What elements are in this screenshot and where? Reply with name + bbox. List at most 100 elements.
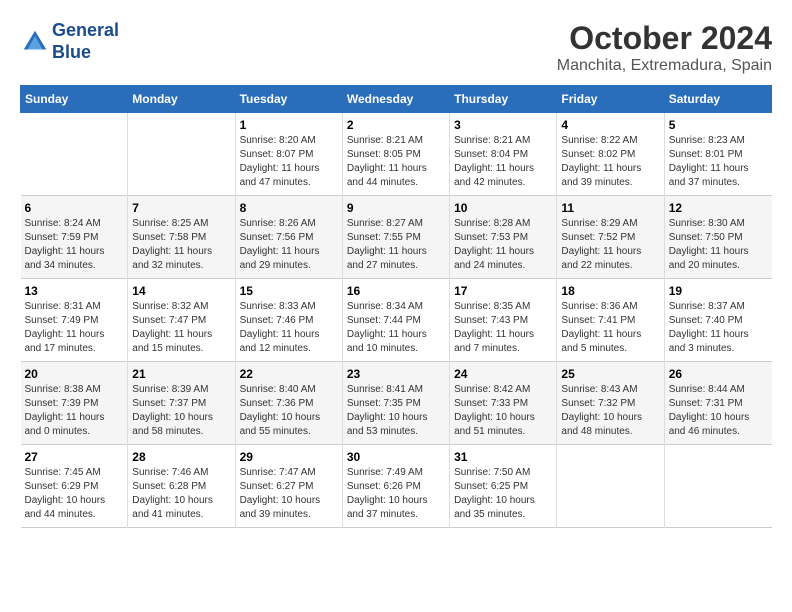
day-info: Sunrise: 8:28 AM Sunset: 7:53 PM Dayligh… [454,217,552,273]
day-number: 4 [561,118,659,132]
day-number: 25 [561,367,659,381]
day-info: Sunrise: 8:38 AM Sunset: 7:39 PM Dayligh… [25,383,124,439]
day-number: 6 [25,201,124,215]
calendar-cell: 26Sunrise: 8:44 AM Sunset: 7:31 PM Dayli… [664,362,771,445]
day-info: Sunrise: 7:45 AM Sunset: 6:29 PM Dayligh… [25,466,124,522]
day-info: Sunrise: 8:41 AM Sunset: 7:35 PM Dayligh… [347,383,445,439]
day-number: 30 [347,450,445,464]
day-info: Sunrise: 8:21 AM Sunset: 8:04 PM Dayligh… [454,134,552,190]
calendar-cell: 1 Sunrise: 8:20 AM Sunset: 8:07 PM Daylig… [235,113,342,196]
day-info: Sunrise: 8:23 AM Sunset: 8:01 PM Dayligh… [669,134,768,190]
day-info: Sunrise: 8:40 AM Sunset: 7:36 PM Dayligh… [240,383,338,439]
calendar-cell: 25 Sunrise: 8:43 AM Sunset: 7:32 PM Dayli… [557,362,664,445]
day-number: 10 [454,201,552,215]
calendar-header: Sunday Monday Tuesday Wednesday Thursday… [21,86,772,113]
calendar-cell: 20 Sunrise: 8:38 AM Sunset: 7:39 PM Dayli… [21,362,128,445]
calendar-cell: 12 Sunrise: 8:30 AM Sunset: 7:50 PM Dayli… [664,196,771,279]
day-info: Sunrise: 7:46 AM Sunset: 6:28 PM Dayligh… [132,466,230,522]
day-number: 1 [240,118,338,132]
day-number: 24 [454,367,552,381]
day-number: 23 [347,367,445,381]
calendar-cell: 4 Sunrise: 8:22 AM Sunset: 8:02 PM Daylig… [557,113,664,196]
col-thursday: Thursday [450,86,557,113]
calendar-cell: 5 Sunrise: 8:23 AM Sunset: 8:01 PM Daylig… [664,113,771,196]
col-saturday: Saturday [664,86,771,113]
day-info: Sunrise: 8:34 AM Sunset: 7:44 PM Dayligh… [347,300,445,356]
day-number: 16 [347,284,445,298]
calendar-cell: 14Sunrise: 8:32 AM Sunset: 7:47 PM Dayli… [128,279,235,362]
day-info: Sunrise: 7:47 AM Sunset: 6:27 PM Dayligh… [240,466,338,522]
logo-line2: Blue [52,42,119,64]
header-row: Sunday Monday Tuesday Wednesday Thursday… [21,86,772,113]
col-tuesday: Tuesday [235,86,342,113]
day-info: Sunrise: 8:39 AM Sunset: 7:37 PM Dayligh… [132,383,230,439]
day-info: Sunrise: 8:20 AM Sunset: 8:07 PM Dayligh… [240,134,338,190]
calendar-cell: 29 Sunrise: 7:47 AM Sunset: 6:27 PM Dayli… [235,445,342,528]
day-info: Sunrise: 8:35 AM Sunset: 7:43 PM Dayligh… [454,300,552,356]
day-info: Sunrise: 8:22 AM Sunset: 8:02 PM Dayligh… [561,134,659,190]
day-info: Sunrise: 8:43 AM Sunset: 7:32 PM Dayligh… [561,383,659,439]
day-info: Sunrise: 8:44 AM Sunset: 7:31 PM Dayligh… [669,383,768,439]
calendar-cell: 16 Sunrise: 8:34 AM Sunset: 7:44 PM Dayli… [342,279,449,362]
col-wednesday: Wednesday [342,86,449,113]
day-number: 18 [561,284,659,298]
page-header: General Blue October 2024 Manchita, Extr… [20,20,772,75]
logo-text: General Blue [52,20,119,63]
day-info: Sunrise: 8:36 AM Sunset: 7:41 PM Dayligh… [561,300,659,356]
calendar-cell: 23 Sunrise: 8:41 AM Sunset: 7:35 PM Dayli… [342,362,449,445]
calendar-table: Sunday Monday Tuesday Wednesday Thursday… [20,85,772,528]
day-number: 31 [454,450,552,464]
day-info: Sunrise: 7:49 AM Sunset: 6:26 PM Dayligh… [347,466,445,522]
calendar-cell: 13Sunrise: 8:31 AM Sunset: 7:49 PM Dayli… [21,279,128,362]
day-info: Sunrise: 8:30 AM Sunset: 7:50 PM Dayligh… [669,217,768,273]
calendar-cell: 7Sunrise: 8:25 AM Sunset: 7:58 PM Daylig… [128,196,235,279]
calendar-cell: 22 Sunrise: 8:40 AM Sunset: 7:36 PM Dayli… [235,362,342,445]
calendar-week-4: 20 Sunrise: 8:38 AM Sunset: 7:39 PM Dayli… [21,362,772,445]
day-number: 2 [347,118,445,132]
calendar-cell: 30 Sunrise: 7:49 AM Sunset: 6:26 PM Dayli… [342,445,449,528]
calendar-cell [21,113,128,196]
day-number: 19 [669,284,768,298]
day-number: 3 [454,118,552,132]
calendar-cell: 8 Sunrise: 8:26 AM Sunset: 7:56 PM Daylig… [235,196,342,279]
calendar-cell: 6 Sunrise: 8:24 AM Sunset: 7:59 PM Daylig… [21,196,128,279]
day-number: 20 [25,367,124,381]
day-info: Sunrise: 8:29 AM Sunset: 7:52 PM Dayligh… [561,217,659,273]
day-number: 27 [25,450,124,464]
day-info: Sunrise: 7:50 AM Sunset: 6:25 PM Dayligh… [454,466,552,522]
day-number: 22 [240,367,338,381]
calendar-cell: 24 Sunrise: 8:42 AM Sunset: 7:33 PM Dayli… [450,362,557,445]
calendar-cell: 10 Sunrise: 8:28 AM Sunset: 7:53 PM Dayli… [450,196,557,279]
day-number: 15 [240,284,338,298]
calendar-cell: 19Sunrise: 8:37 AM Sunset: 7:40 PM Dayli… [664,279,771,362]
day-number: 12 [669,201,768,215]
calendar-week-1: 1 Sunrise: 8:20 AM Sunset: 8:07 PM Daylig… [21,113,772,196]
day-number: 29 [240,450,338,464]
day-info: Sunrise: 8:32 AM Sunset: 7:47 PM Dayligh… [132,300,230,356]
day-info: Sunrise: 8:24 AM Sunset: 7:59 PM Dayligh… [25,217,124,273]
calendar-cell: 28 Sunrise: 7:46 AM Sunset: 6:28 PM Dayli… [128,445,235,528]
day-info: Sunrise: 8:27 AM Sunset: 7:55 PM Dayligh… [347,217,445,273]
day-number: 28 [132,450,230,464]
day-number: 9 [347,201,445,215]
calendar-title: October 2024 [557,20,772,57]
calendar-cell: 3 Sunrise: 8:21 AM Sunset: 8:04 PM Daylig… [450,113,557,196]
calendar-cell: 31 Sunrise: 7:50 AM Sunset: 6:25 PM Dayli… [450,445,557,528]
calendar-week-2: 6 Sunrise: 8:24 AM Sunset: 7:59 PM Daylig… [21,196,772,279]
day-info: Sunrise: 8:42 AM Sunset: 7:33 PM Dayligh… [454,383,552,439]
calendar-cell: 27 Sunrise: 7:45 AM Sunset: 6:29 PM Dayli… [21,445,128,528]
day-number: 8 [240,201,338,215]
calendar-cell: 9 Sunrise: 8:27 AM Sunset: 7:55 PM Daylig… [342,196,449,279]
calendar-body: 1 Sunrise: 8:20 AM Sunset: 8:07 PM Daylig… [21,113,772,528]
day-info: Sunrise: 8:26 AM Sunset: 7:56 PM Dayligh… [240,217,338,273]
col-monday: Monday [128,86,235,113]
calendar-cell [128,113,235,196]
calendar-cell: 15Sunrise: 8:33 AM Sunset: 7:46 PM Dayli… [235,279,342,362]
col-sunday: Sunday [21,86,128,113]
logo-icon [20,27,50,57]
day-number: 21 [132,367,230,381]
calendar-cell: 17 Sunrise: 8:35 AM Sunset: 7:43 PM Dayli… [450,279,557,362]
calendar-cell: 21 Sunrise: 8:39 AM Sunset: 7:37 PM Dayli… [128,362,235,445]
day-number: 5 [669,118,768,132]
day-number: 17 [454,284,552,298]
